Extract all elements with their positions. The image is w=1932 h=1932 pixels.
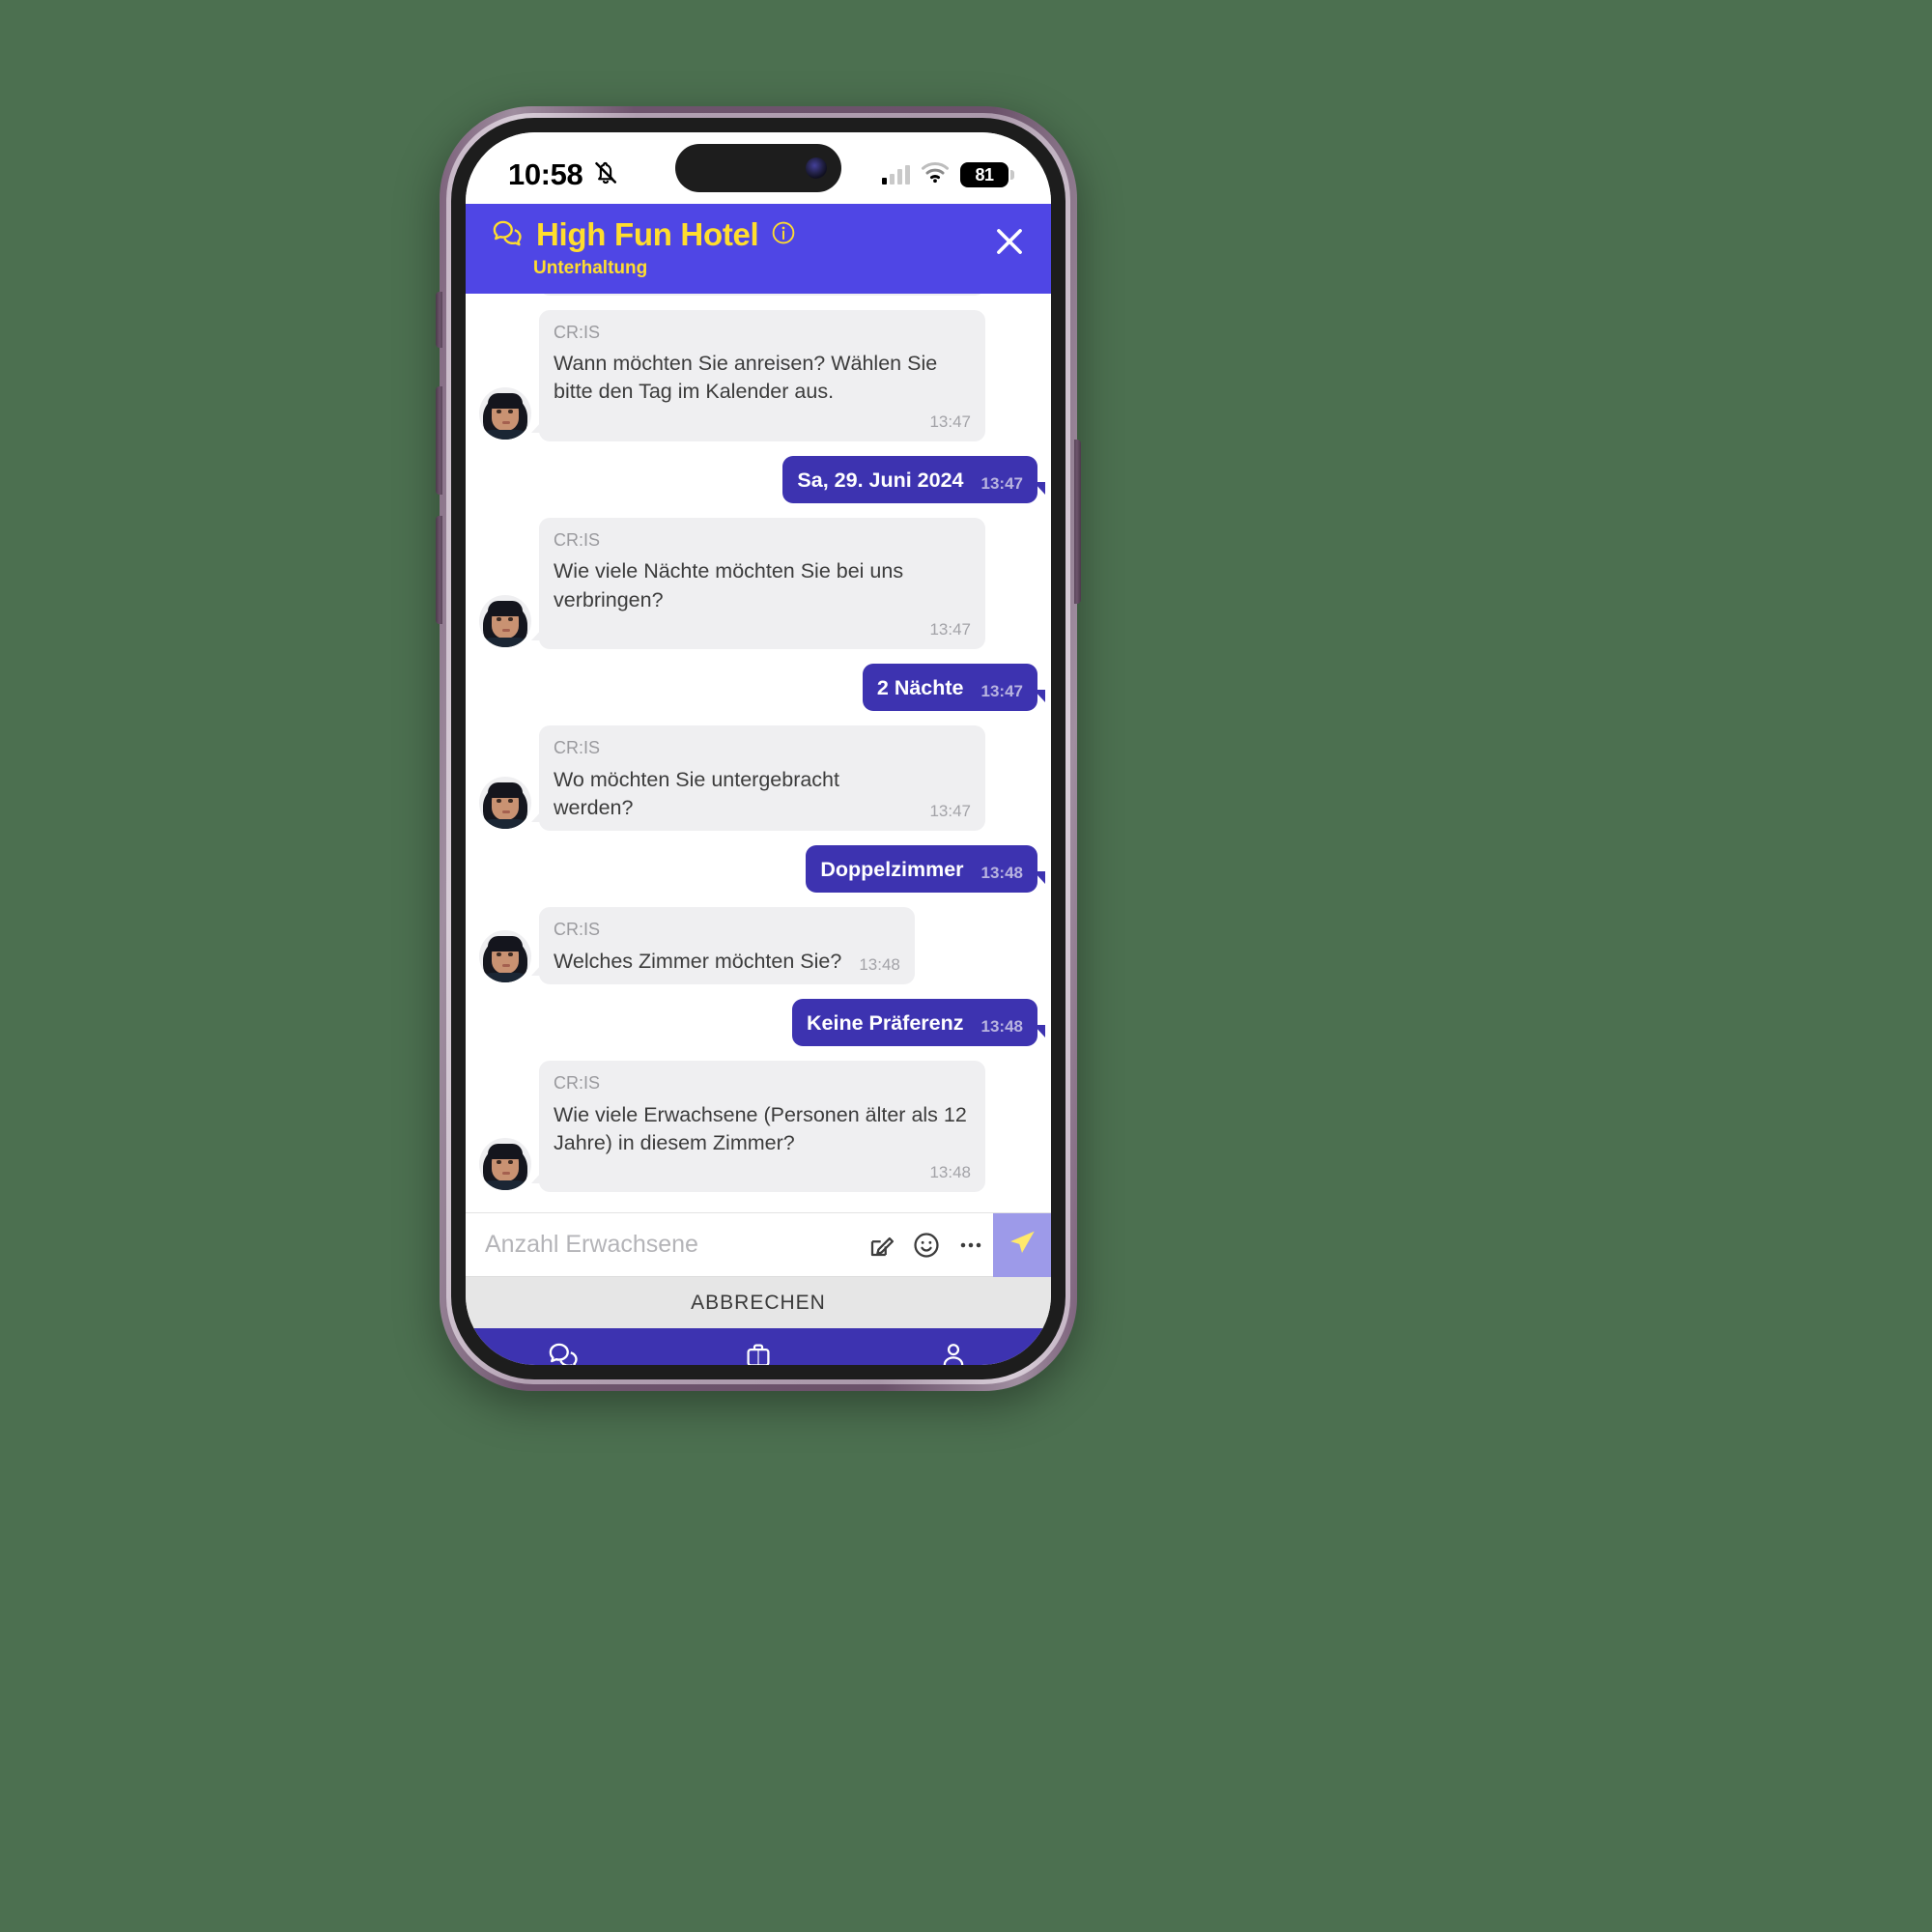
avatar <box>479 386 531 440</box>
message-input-bar <box>466 1212 1051 1277</box>
status-bar-right: 81 <box>882 161 1014 189</box>
message-list[interactable]: Hallo, mein Name ist CR:IS, Ihr virtuell… <box>466 294 1051 1212</box>
message-row: 2 Nächte 13:47 <box>479 664 1046 712</box>
status-bar: 10:58 81 <box>466 132 1051 204</box>
battery-level: 81 <box>975 164 994 185</box>
message-row: Sa, 29. Juni 2024 13:47 <box>479 455 1045 503</box>
message-text: Doppelzimmer <box>820 858 964 882</box>
battery-icon: 81 <box>960 162 1014 187</box>
message-time: 13:48 <box>859 955 900 974</box>
message-sender: CR:IS <box>554 529 601 550</box>
avatar <box>479 777 531 830</box>
avatar <box>479 1138 531 1191</box>
status-time: 10:58 <box>508 157 583 191</box>
power-button[interactable] <box>1074 440 1081 604</box>
silent-switch-button[interactable] <box>436 292 442 348</box>
user-message-bubble: Doppelzimmer 13:48 <box>806 845 1045 894</box>
bot-message-bubble: CR:IS Wie viele Erwachsene (Personen älte… <box>531 1061 985 1193</box>
message-text: Wo möchten Sie untergebracht werden? <box>554 767 839 819</box>
message-text: Wann möchten Sie anreisen? Wählen Sie bi… <box>554 352 938 404</box>
battery-tip <box>1010 170 1014 180</box>
suitcase-icon <box>743 1340 774 1365</box>
chat-bubbles-icon <box>547 1340 580 1365</box>
message-time: 13:47 <box>929 412 971 431</box>
message-time: 13:48 <box>929 1163 971 1182</box>
user-message-bubble: Keine Präferenz 13:48 <box>792 999 1045 1047</box>
message-row: CR:IS Wie viele Nächte möchten Sie bei un… <box>479 517 1037 649</box>
person-icon <box>938 1340 969 1365</box>
message-input[interactable] <box>466 1231 860 1259</box>
user-message-bubble: Sa, 29. Juni 2024 13:47 <box>782 455 1045 503</box>
close-button[interactable] <box>989 221 1030 262</box>
phone-screen: 10:58 81 High Fun Hotel Unterhaltung CR:… <box>466 132 1051 1365</box>
chat-bubbles-icon <box>491 217 524 253</box>
message-text: Sa, 29. Juni 2024 <box>797 468 964 492</box>
message-row: Das ist großartig! Ich werde Ihnen dabei… <box>479 294 1037 296</box>
message-row: Keine Präferenz 13:48 <box>479 999 1045 1047</box>
wifi-icon <box>921 161 950 189</box>
dynamic-island <box>675 144 841 192</box>
cellular-signal-icon <box>882 165 910 185</box>
more-dots-icon[interactable] <box>949 1223 993 1267</box>
message-text: Wie viele Nächte möchten Sie bei uns ver… <box>554 559 904 611</box>
bot-message-bubble: CR:IS Wie viele Nächte möchten Sie bei un… <box>531 517 985 649</box>
bot-message-bubble: CR:IS Welches Zimmer möchten Sie? 13:48 <box>531 907 915 985</box>
cancel-button-label: ABBRECHEN <box>691 1291 826 1314</box>
message-row: CR:IS Welches Zimmer möchten Sie? 13:48 <box>479 907 1037 985</box>
bottom-navigation: Chat Urlaube <box>466 1328 1051 1365</box>
bot-message-bubble: CR:IS Wo möchten Sie untergebracht werden… <box>531 725 985 832</box>
message-time: 13:47 <box>980 682 1023 701</box>
chat-header-subtitle: Unterhaltung <box>533 258 648 278</box>
message-text: Keine Präferenz <box>807 1011 964 1036</box>
info-circle-icon[interactable] <box>771 220 796 250</box>
message-time: 13:48 <box>980 864 1023 883</box>
message-time: 13:48 <box>980 1017 1023 1037</box>
nav-item-urlaube[interactable]: Urlaube <box>661 1340 856 1365</box>
front-camera-icon <box>806 157 827 179</box>
message-sender: CR:IS <box>554 920 601 940</box>
bot-message-bubble: CR:IS Wann möchten Sie anreisen? Wählen S… <box>531 309 985 441</box>
message-time: 13:47 <box>929 619 971 639</box>
message-row: CR:IS Wann möchten Sie anreisen? Wählen S… <box>479 309 1037 441</box>
volume-up-button[interactable] <box>436 386 442 495</box>
compose-pencil-icon[interactable] <box>860 1223 904 1267</box>
message-row: CR:IS Wo möchten Sie untergebracht werden… <box>479 725 1037 832</box>
user-message-bubble: 2 Nächte 13:47 <box>862 664 1046 712</box>
avatar <box>479 595 531 647</box>
message-row: CR:IS Wie viele Erwachsene (Personen älte… <box>479 1061 1037 1193</box>
send-button[interactable] <box>993 1212 1051 1277</box>
avatar <box>479 930 531 983</box>
phone-frame: 10:58 81 High Fun Hotel Unterhaltung CR:… <box>436 106 1081 1391</box>
chat-header-top-row: High Fun Hotel <box>491 216 1026 253</box>
send-paper-plane-icon <box>1006 1226 1038 1264</box>
message-text: 2 Nächte <box>876 676 964 699</box>
message-row: Doppelzimmer 13:48 <box>479 845 1045 894</box>
chat-header: High Fun Hotel Unterhaltung <box>466 204 1051 294</box>
message-sender: CR:IS <box>554 322 601 342</box>
status-bar-left: 10:58 <box>508 157 620 192</box>
emoji-smiley-icon[interactable] <box>904 1223 949 1267</box>
bell-slash-icon <box>591 158 620 192</box>
bot-message-bubble: Das ist großartig! Ich werde Ihnen dabei… <box>539 294 985 296</box>
message-sender: CR:IS <box>554 1073 601 1094</box>
page-title: High Fun Hotel <box>536 216 759 252</box>
volume-down-button[interactable] <box>436 516 442 624</box>
cancel-button[interactable]: ABBRECHEN <box>466 1276 1051 1328</box>
message-text: Welches Zimmer möchten Sie? <box>554 949 842 973</box>
message-time: 13:47 <box>929 802 971 821</box>
message-sender: CR:IS <box>554 738 601 758</box>
message-text: Wie viele Erwachsene (Personen älter als… <box>554 1102 967 1155</box>
message-time: 13:47 <box>980 473 1023 493</box>
